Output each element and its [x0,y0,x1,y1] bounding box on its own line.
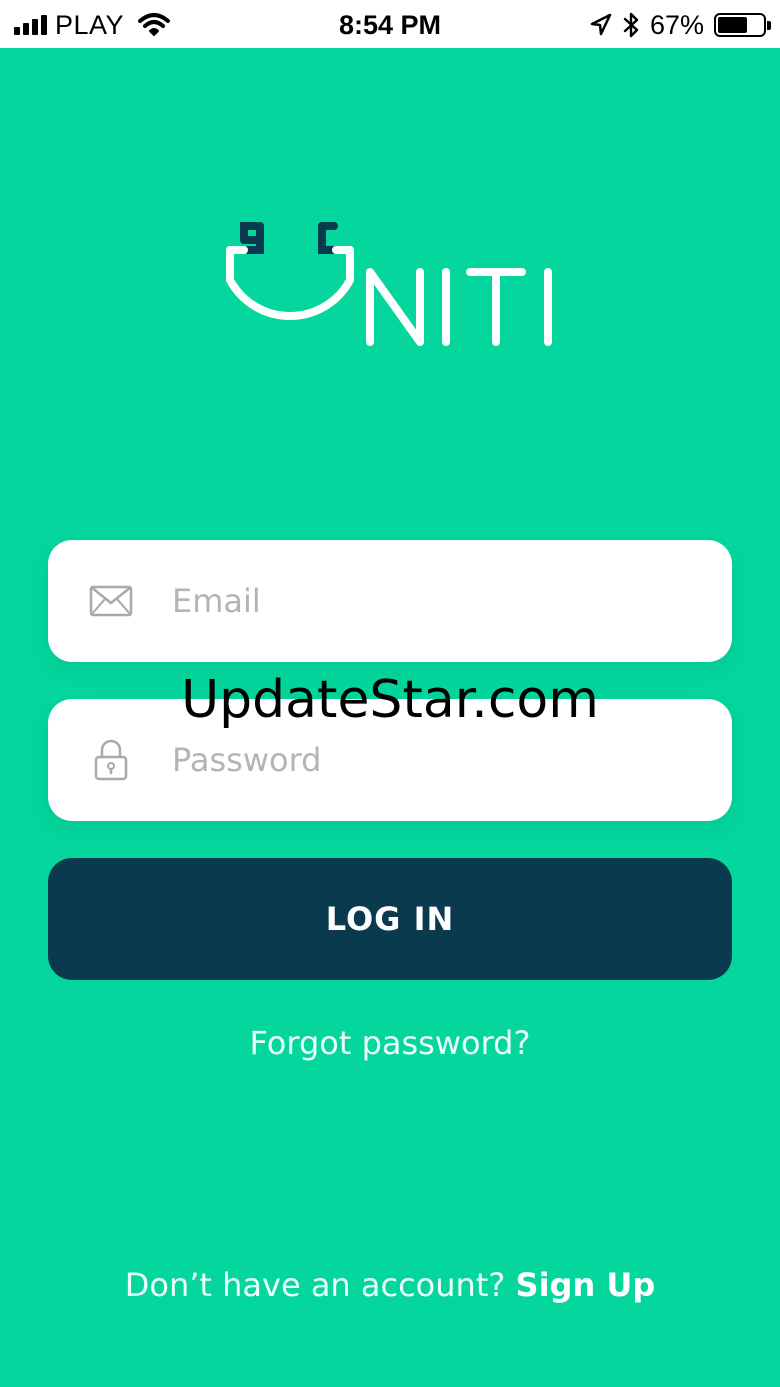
login-screen: LOG IN Forgot password? Don’t have an ac… [0,48,780,1387]
battery-nub [767,21,771,30]
battery-icon [714,13,771,37]
status-bar: PLAY 8:54 PM 67% [0,0,780,48]
login-button[interactable]: LOG IN [48,858,732,980]
forgot-password-link[interactable]: Forgot password? [0,1024,780,1062]
location-arrow-icon [590,13,612,36]
password-field[interactable] [48,699,732,821]
email-field[interactable] [48,540,732,662]
envelope-icon [88,585,134,617]
stethoscope-u-icon [226,222,552,346]
battery-percent: 67% [649,9,704,40]
signup-row: Don’t have an account? Sign Up [0,1266,780,1304]
lock-icon [88,739,134,781]
battery-fill [718,17,748,33]
email-input[interactable] [172,582,692,620]
signup-link[interactable]: Sign Up [516,1266,656,1304]
status-right: 67% [590,8,771,42]
password-input[interactable] [172,741,692,779]
signup-prompt: Don’t have an account? [124,1266,506,1304]
bluetooth-icon [623,12,639,38]
